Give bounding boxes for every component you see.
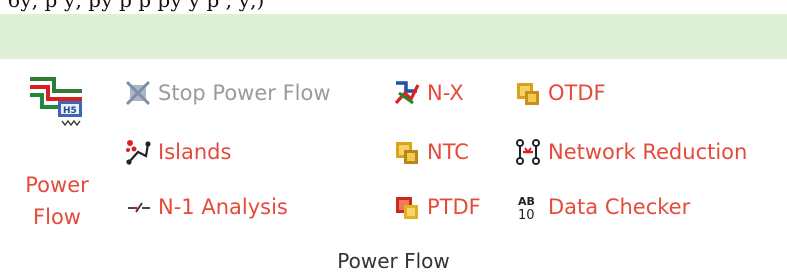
data-checker-icon: AB 10	[518, 195, 535, 221]
data-checker-button[interactable]: AB 10 Data Checker	[514, 191, 690, 223]
group-title: Power Flow	[337, 249, 450, 273]
nx-button[interactable]: N-X	[393, 77, 464, 109]
islands-icon	[126, 140, 151, 165]
nx-label: N-X	[427, 81, 464, 105]
document-text-fragment: бу, р у, ру р р ру у р , у,)	[8, 0, 265, 12]
ptdf-button[interactable]: PTDF	[393, 191, 481, 223]
network-reduction-label: Network Reduction	[548, 140, 748, 164]
ntc-label: NTC	[427, 140, 469, 164]
islands-button[interactable]: Islands	[124, 136, 231, 168]
stop-power-flow-icon	[125, 80, 151, 106]
network-reduction-button[interactable]: Network Reduction	[514, 136, 747, 168]
nx-icon	[394, 81, 420, 105]
document-text-strip: бу, р у, ру р р ру у р , у,)	[0, 0, 787, 14]
ptdf-icon	[396, 197, 418, 219]
svg-text:10: 10	[518, 208, 535, 221]
ntc-icon	[396, 142, 418, 164]
otdf-label: OTDF	[548, 81, 606, 105]
power-flow-group: H5 Power Flow Stop Power Flow Islands N-…	[0, 59, 787, 278]
n1-analysis-label: N-1 Analysis	[158, 195, 288, 219]
data-checker-label: Data Checker	[548, 195, 691, 219]
svg-text:H5: H5	[63, 106, 77, 116]
svg-text:AB: AB	[518, 195, 535, 208]
power-flow-label: Power Flow	[25, 173, 89, 229]
ribbon-tab-band	[0, 14, 787, 60]
otdf-icon	[517, 83, 539, 105]
ptdf-label: PTDF	[427, 195, 481, 219]
power-flow-button[interactable]: H5 Power Flow	[16, 67, 98, 237]
otdf-button[interactable]: OTDF	[514, 77, 606, 109]
n1-analysis-icon	[128, 202, 150, 213]
network-reduction-icon	[516, 139, 540, 165]
stop-power-flow-label: Stop Power Flow	[158, 81, 331, 105]
power-flow-icon: H5	[30, 77, 82, 127]
ntc-button[interactable]: NTC	[393, 136, 469, 168]
islands-label: Islands	[158, 140, 232, 164]
stop-power-flow-button[interactable]: Stop Power Flow	[124, 77, 331, 109]
ribbon: H5 Power Flow Stop Power Flow Islands N-…	[0, 14, 787, 278]
n1-analysis-button[interactable]: N-1 Analysis	[124, 191, 288, 223]
